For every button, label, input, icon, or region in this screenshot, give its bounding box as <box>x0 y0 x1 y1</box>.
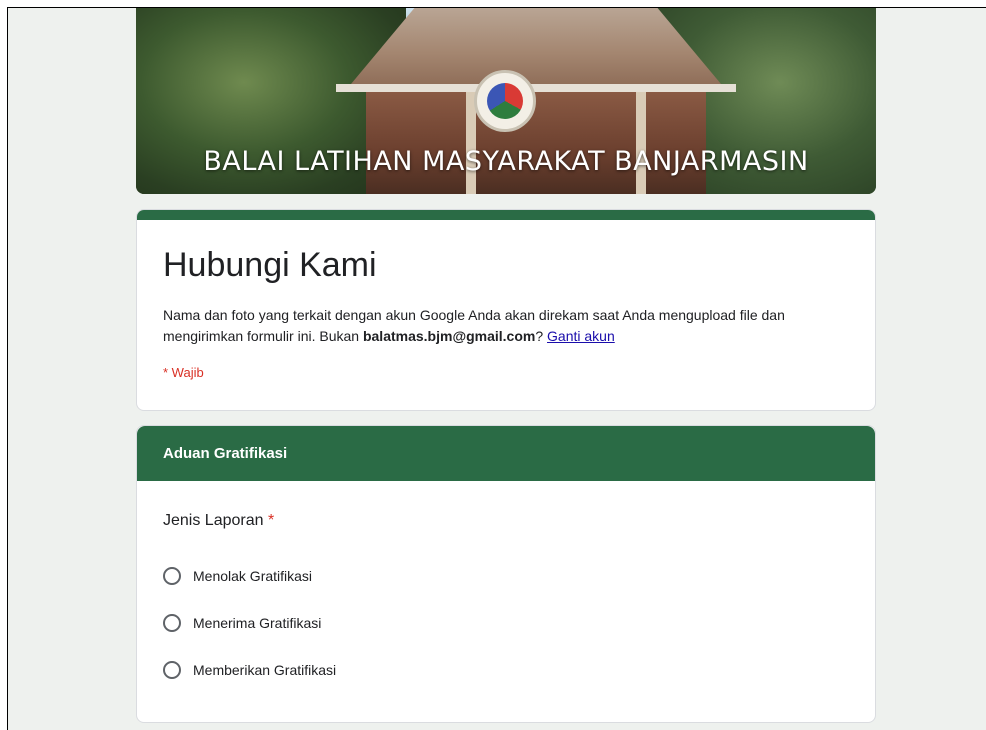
required-marker: * <box>267 512 275 529</box>
form-title-card: Hubungi Kami Nama dan foto yang terkait … <box>136 209 876 411</box>
browser-viewport: BALAI LATIHAN MASYARAKAT BANJARMASIN Hub… <box>7 7 986 730</box>
question-label: Jenis Laporan * <box>163 512 274 530</box>
banner-title: BALAI LATIHAN MASYARAKAT BANJARMASIN <box>203 146 809 177</box>
form-column: BALAI LATIHAN MASYARAKAT BANJARMASIN Hub… <box>136 8 876 723</box>
header-banner-image: BALAI LATIHAN MASYARAKAT BANJARMASIN <box>136 8 876 194</box>
radio-button-icon[interactable] <box>163 661 181 679</box>
radio-option-menerima[interactable]: Menerima Gratifikasi <box>163 612 321 634</box>
form-title: Hubungi Kami <box>163 246 377 284</box>
account-email: balatmas.bjm@gmail.com <box>362 328 536 344</box>
radio-option-label: Menerima Gratifikasi <box>193 615 322 631</box>
organization-logo-icon <box>474 70 536 132</box>
title-card-accent-bar <box>137 210 875 220</box>
radio-option-label: Memberikan Gratifikasi <box>193 662 337 678</box>
radio-option-menolak[interactable]: Menolak Gratifikasi <box>163 565 312 587</box>
switch-account-link[interactable]: Ganti akun <box>547 328 615 344</box>
logo-emblem <box>487 83 523 119</box>
banner-pillar <box>636 92 646 194</box>
section-card: Aduan Gratifikasi Jenis Laporan * Menola… <box>136 425 876 723</box>
required-note: * Wajib <box>163 365 204 380</box>
question-text: Jenis Laporan <box>163 512 264 529</box>
banner-roof-edge <box>336 84 736 92</box>
radio-option-memberikan[interactable]: Memberikan Gratifikasi <box>163 659 336 681</box>
description-punctuation: ? <box>535 328 548 344</box>
banner-building <box>366 92 706 194</box>
radio-option-label: Menolak Gratifikasi <box>193 568 313 584</box>
radio-button-icon[interactable] <box>163 614 181 632</box>
section-title: Aduan Gratifikasi <box>137 426 875 481</box>
form-description: Nama dan foto yang terkait dengan akun G… <box>163 305 863 347</box>
radio-button-icon[interactable] <box>163 567 181 585</box>
